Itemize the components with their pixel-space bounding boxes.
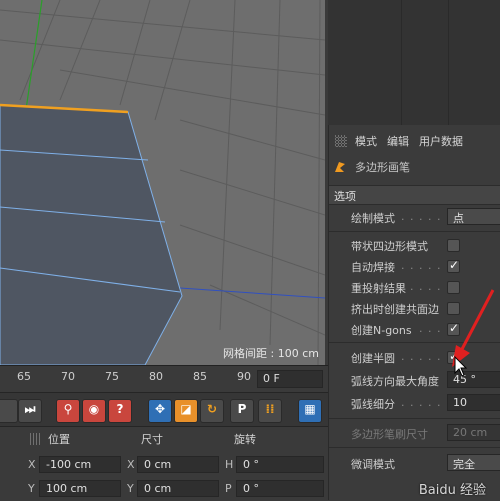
parameter-key-button[interactable]: P [230,399,254,423]
auto-weld-checkbox[interactable] [447,258,460,273]
fine-tune-row: 微调模式 完全 [329,453,500,473]
scale-icon: ◪ [180,402,192,416]
menu-mode[interactable]: 模式 [355,133,377,149]
draw-mode-select[interactable]: 点 [447,208,500,225]
3d-viewport[interactable]: 网格间距 : 100 cm [0,0,325,365]
timeline-tick: 65 [17,370,31,383]
timeline-tick: 80 [149,370,163,383]
column-divider [448,0,449,125]
watermark: Baidu 经验 [418,483,486,498]
attributes-menubar: 模式 编辑 用户数据 [329,132,473,150]
film-icon: ▦ [304,402,316,416]
p-icon: P [237,402,247,416]
size-y-field[interactable]: 0 cm [137,480,219,497]
draw-mode-label: 绘制模式 [351,212,395,225]
go-to-end-button[interactable]: ⏭ [18,399,42,423]
panel-grip-icon[interactable] [335,135,347,147]
scale-key-button[interactable]: ◪ [174,399,198,423]
x-axis-line [179,287,325,299]
brush-size-row: 多边形笔刷尺寸 20 cm [329,423,500,443]
timeline-tick: 90 [237,370,251,383]
viewport-scene [0,0,325,365]
timeline-tick: 85 [193,370,207,383]
arc-subdivision-row: 弧线细分 . . . . . . 10 [329,393,500,413]
polygon-pen-icon [335,162,345,172]
autokey-icon: ◉ [88,402,100,416]
brush-size-field[interactable]: 20 cm [447,424,500,441]
grid-spacing-readout: 网格间距 : 100 cm [223,347,319,360]
tool-name: 多边形画笔 [355,161,410,174]
keyframe-help-button[interactable]: ? [108,399,132,423]
move-icon: ✥ [154,402,166,416]
size-header: 尺寸 [141,433,163,446]
polygon-object[interactable] [0,104,183,365]
film-strip-button[interactable]: ▦ [298,399,322,423]
option-row: 自动焊接 . . . . . . [329,256,500,276]
panel-grip-icon[interactable] [30,433,42,445]
tool-header: 多边形画笔 [333,157,410,177]
option-row: 带状四边形模式 [329,235,500,255]
position-header: 位置 [48,433,70,446]
key-icon: ⚲ [63,402,73,416]
playback-toolbar: ⏭ ⚲ ◉ ? ✥ ◪ ↻ P ⁞⁞ ▦ [0,392,328,427]
move-key-button[interactable]: ✥ [148,399,172,423]
size-x-field[interactable]: 0 cm [137,456,219,473]
point-level-button[interactable]: ⁞⁞ [258,399,282,423]
fine-tune-select[interactable]: 完全 [447,454,500,471]
rotate-key-button[interactable]: ↻ [200,399,224,423]
position-y-field[interactable]: 100 cm [39,480,121,497]
rotation-h-field[interactable]: 0 ° [236,456,324,473]
question-icon: ? [116,402,124,416]
position-x-field[interactable]: -100 cm [39,456,121,473]
draw-mode-row: 绘制模式 . . . . . . 点 [329,207,500,227]
rotation-header: 旋转 [234,433,256,446]
mouse-cursor-icon [454,356,468,377]
section-options[interactable]: 选项 [329,185,500,205]
rotate-icon: ↻ [206,402,218,416]
menu-user-data[interactable]: 用户数据 [419,133,463,149]
ribbon-quad-checkbox[interactable] [447,239,460,252]
go-to-end-icon: ⏭ [24,402,36,416]
timeline-tick: 75 [105,370,119,383]
dots-grid-icon: ⁞⁞ [265,402,275,416]
menu-edit[interactable]: 编辑 [387,133,409,149]
record-key-button[interactable]: ⚲ [56,399,80,423]
object-manager-panel[interactable] [328,0,500,125]
current-frame-field[interactable]: 0 F [257,370,323,388]
arc-subdivision-field[interactable]: 10 [447,394,500,411]
timeline-tick: 70 [61,370,75,383]
autokey-button[interactable]: ◉ [82,399,106,423]
step-back-button[interactable] [0,399,18,423]
coordinates-panel: 位置 尺寸 旋转 X -100 cm X 0 cm H 0 ° Y 100 cm… [0,426,328,501]
column-divider [401,0,402,125]
rotation-p-field[interactable]: 0 ° [236,480,324,497]
